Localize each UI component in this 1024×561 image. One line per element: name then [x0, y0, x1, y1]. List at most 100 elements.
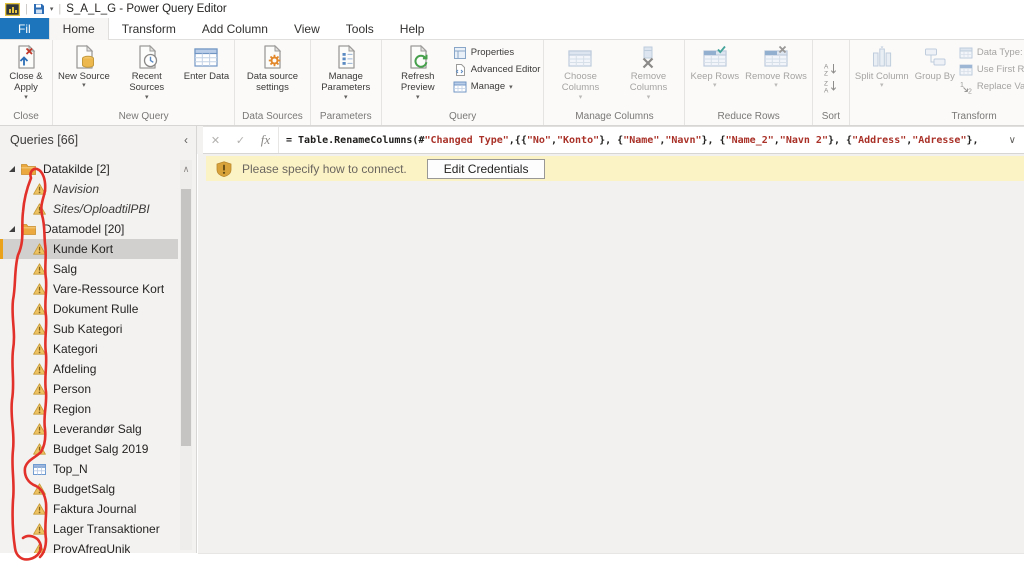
dropdown-caret-icon: ▾: [578, 93, 583, 101]
dropdown-caret-icon: ▾: [416, 93, 420, 101]
first-row-headers-icon: [959, 64, 973, 75]
data-type-icon: [959, 47, 973, 58]
dropdown-caret-icon: ▾: [24, 93, 28, 101]
group-label-transform: Transform: [951, 111, 997, 122]
data-source-settings-button[interactable]: Data source settings: [241, 42, 303, 94]
tree-query-row[interactable]: Dokument Rulle: [0, 299, 178, 319]
tree-query-row[interactable]: Faktura Journal: [0, 499, 178, 519]
manage-button[interactable]: Manage ▾: [453, 80, 541, 93]
divider: |: [58, 3, 62, 15]
tree-query-row[interactable]: Person: [0, 379, 178, 399]
replace-values-icon: 1 2: [960, 82, 972, 94]
tree-query-row[interactable]: Lager Transaktioner: [0, 519, 178, 539]
query-label: Dokument Rulle: [53, 302, 139, 316]
sort-descending-icon[interactable]: ZA: [824, 79, 838, 93]
tab-view[interactable]: View: [281, 18, 333, 39]
scrollbar-up-chevron-icon[interactable]: ∧: [180, 160, 192, 178]
close-and-apply-button[interactable]: Close & Apply ▾: [3, 42, 49, 102]
formula-expand-chevron-icon[interactable]: ∨: [1001, 135, 1024, 146]
warning-icon: [33, 263, 46, 275]
formula-fx-icon: fx: [260, 132, 271, 147]
tree-folder-row[interactable]: Datamodel [20]: [0, 219, 178, 239]
group-label-reduce-rows: Reduce Rows: [717, 111, 780, 122]
group-label-query: Query: [449, 111, 477, 122]
credentials-warning-text: Please specify how to connect.: [242, 161, 407, 176]
ribbon-group-reduce-rows: Keep Rows ▾ Remove Rows ▾ Reduce Rows: [685, 40, 813, 125]
tree-folder-row[interactable]: Datakilde [2]: [0, 159, 178, 179]
split-column-button[interactable]: Split Column ▾: [853, 42, 911, 91]
warning-icon: [33, 403, 46, 415]
formula-code: },: [966, 134, 979, 146]
choose-columns-button[interactable]: Choose Columns ▾: [547, 42, 613, 102]
queries-pane: Datakilde [2] Navision Sites/OploadtilPBI D…: [0, 154, 197, 553]
formula-cancel-icon[interactable]: ✕: [203, 134, 228, 147]
manage-parameters-icon: [338, 45, 355, 69]
formula-bar: ✕ ✓ fx = Table.RenameColumns(# "Changed T…: [203, 126, 1024, 154]
tree-query-row[interactable]: Afdeling: [0, 359, 178, 379]
tree-query-row[interactable]: Vare-Ressource Kort: [0, 279, 178, 299]
queries-scrollbar[interactable]: ∧: [180, 160, 192, 550]
tree-query-row[interactable]: Kategori: [0, 339, 178, 359]
quick-access-caret-icon[interactable]: ▾: [50, 5, 54, 13]
tree-query-row[interactable]: Leverandør Salg: [0, 419, 178, 439]
data-type-button[interactable]: Data Type: Any ▾: [959, 46, 1024, 59]
sort-ascending-icon[interactable]: AZ: [824, 62, 838, 76]
tree-query-row[interactable]: BudgetSalg: [0, 479, 178, 499]
recent-sources-button[interactable]: Recent Sources ▾: [114, 42, 180, 102]
enter-data-button[interactable]: Enter Data: [182, 42, 231, 82]
formula-string-literal: "No": [526, 134, 551, 146]
manage-icon: [453, 81, 467, 92]
ribbon-tab-bar: Fil Home Transform Add Column View Tools Help: [0, 18, 1024, 40]
tree-query-row[interactable]: Top_N: [0, 459, 178, 479]
remove-rows-button[interactable]: Remove Rows ▾: [743, 42, 809, 91]
save-icon[interactable]: [33, 3, 45, 15]
collapse-pane-chevron-icon[interactable]: ‹: [184, 133, 188, 147]
group-label-manage-columns: Manage Columns: [575, 111, 654, 122]
properties-button[interactable]: Properties: [453, 46, 541, 59]
use-first-row-as-headers-button[interactable]: Use First Row as Headers ▾: [959, 63, 1024, 76]
remove-columns-button[interactable]: Remove Columns ▾: [615, 42, 681, 102]
window-title: S_A_L_G - Power Query Editor: [66, 3, 227, 15]
tab-tools[interactable]: Tools: [333, 18, 387, 39]
keep-rows-button[interactable]: Keep Rows ▾: [688, 42, 741, 91]
formula-input[interactable]: = Table.RenameColumns(# "Changed Type" ,{{…: [278, 127, 1001, 153]
edit-credentials-button[interactable]: Edit Credentials: [426, 158, 546, 179]
manage-parameters-button[interactable]: Manage Parameters ▾: [314, 42, 378, 102]
tree-query-row[interactable]: Region: [0, 399, 178, 419]
refresh-preview-button[interactable]: Refresh Preview ▾: [385, 42, 451, 102]
group-by-button[interactable]: Group By: [913, 42, 957, 82]
power-bi-app-icon[interactable]: [5, 2, 20, 16]
folder-icon: [21, 164, 36, 175]
ribbon-group-parameters: Manage Parameters ▾ Parameters: [311, 40, 382, 125]
split-column-icon: [872, 46, 891, 67]
query-label: Top_N: [53, 462, 88, 476]
tab-help[interactable]: Help: [387, 18, 438, 39]
query-label: Budget Salg 2019: [53, 442, 149, 456]
formula-commit-icon[interactable]: ✓: [228, 134, 253, 147]
credentials-warning-bar: Please specify how to connect. Edit Cred…: [206, 156, 1024, 181]
tree-query-row[interactable]: Sub Kategori: [0, 319, 178, 339]
formula-string-literal: "Name_2": [725, 134, 774, 146]
tree-query-row[interactable]: ProvAfregUnik: [0, 539, 178, 553]
data-source-settings-icon: [264, 45, 282, 69]
tree-query-row[interactable]: Sites/OploadtilPBI: [0, 199, 178, 219]
expand-arrow-icon[interactable]: [8, 165, 16, 173]
new-source-button[interactable]: New Source ▾: [56, 42, 112, 91]
advanced-editor-button[interactable]: Advanced Editor: [453, 63, 540, 76]
tab-add-column[interactable]: Add Column: [189, 18, 281, 39]
recent-sources-icon: [139, 45, 157, 69]
tab-transform[interactable]: Transform: [109, 18, 189, 39]
tree-query-row[interactable]: Budget Salg 2019: [0, 439, 178, 459]
tree-query-row[interactable]: Salg: [0, 259, 178, 279]
tab-home[interactable]: Home: [48, 18, 109, 40]
tab-fil[interactable]: Fil: [0, 18, 49, 39]
expand-arrow-icon[interactable]: [8, 225, 16, 233]
warning-icon: [33, 503, 46, 515]
scrollbar-thumb[interactable]: [181, 189, 191, 446]
query-label: Afdeling: [53, 362, 97, 376]
query-label: Region: [53, 402, 92, 416]
replace-values-button[interactable]: 1 2 Replace Values: [959, 80, 1024, 94]
tree-query-row[interactable]: Navision: [0, 179, 178, 199]
tree-query-row[interactable]: Kunde Kort: [0, 239, 178, 259]
formula-string-literal: "Navn": [665, 134, 702, 146]
